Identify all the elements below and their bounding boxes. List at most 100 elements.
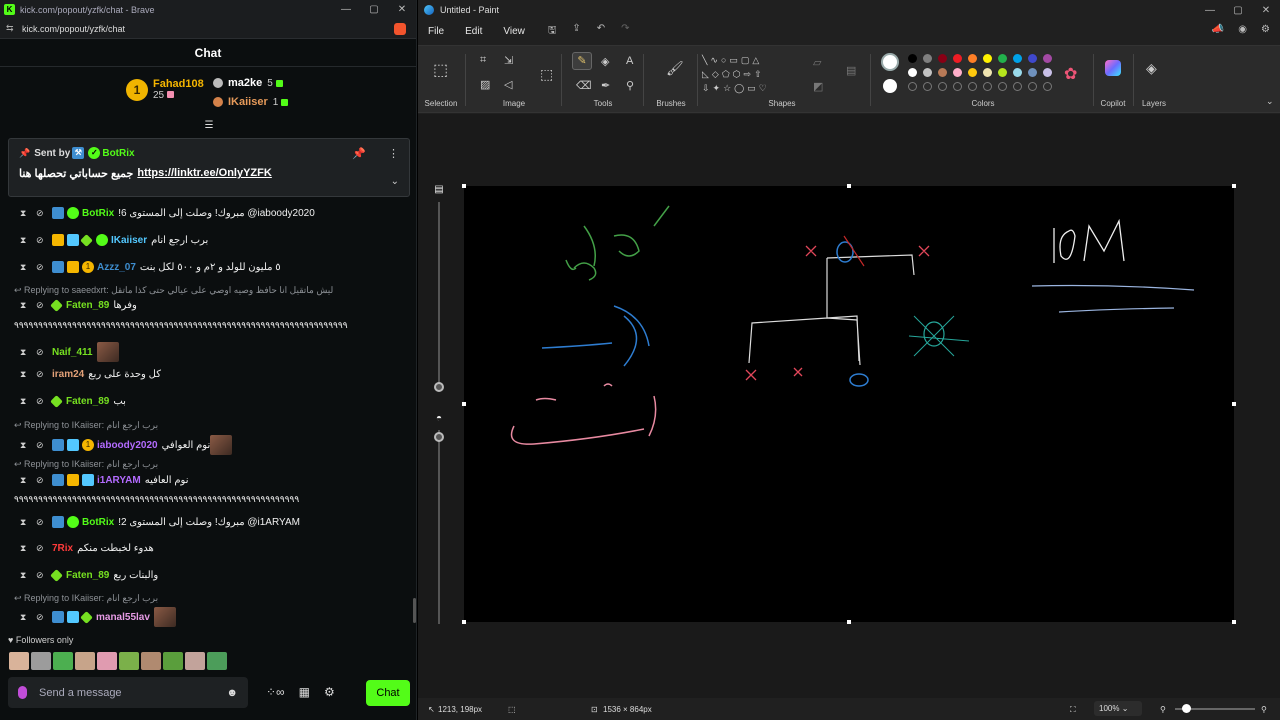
timeout-icon[interactable]: ⧗	[20, 543, 36, 554]
quick-emote[interactable]	[53, 652, 73, 670]
username[interactable]: Faten_89	[66, 570, 109, 581]
drawing-canvas[interactable]	[464, 186, 1234, 622]
settings-icon[interactable]: ⚙	[324, 685, 335, 699]
share-icon[interactable]: ⇪	[572, 23, 580, 40]
rotate-icon[interactable]: ◁	[504, 78, 512, 91]
username[interactable]: IKaiiser	[111, 235, 147, 246]
maximize-button[interactable]: ▢	[1224, 5, 1252, 16]
shape-fill-icon[interactable]: ◩	[813, 80, 823, 93]
color-swatch[interactable]	[983, 54, 992, 63]
username[interactable]: BotRix	[82, 208, 114, 219]
url-text[interactable]: kick.com/popout/yzfk/chat	[22, 24, 394, 34]
fit-to-window-icon[interactable]: ⛶	[1070, 705, 1076, 715]
resize-handle[interactable]	[1232, 402, 1236, 406]
timeout-icon[interactable]: ⧗	[20, 440, 36, 451]
resize-handle[interactable]	[462, 402, 466, 406]
leaderboard-second[interactable]: ma2ke 5	[213, 77, 283, 89]
color-swatch[interactable]	[1013, 68, 1022, 77]
timeout-icon[interactable]: ⧗	[20, 396, 36, 407]
color-swatch[interactable]	[1028, 54, 1037, 63]
username[interactable]: i1ARYAM	[97, 475, 141, 486]
quick-emote[interactable]	[185, 652, 205, 670]
eraser-tool-icon[interactable]: ⌫	[576, 79, 592, 92]
color-picker-icon[interactable]: ✒	[601, 79, 610, 92]
share-feedback-icon[interactable]: 📣	[1212, 24, 1224, 35]
quick-emote[interactable]	[9, 652, 29, 670]
message-input-placeholder[interactable]: Send a message	[39, 687, 226, 699]
ban-icon[interactable]: ⊘	[36, 235, 52, 246]
minimize-button[interactable]: —	[332, 4, 360, 15]
ban-icon[interactable]: ⊘	[36, 369, 52, 380]
zoom-out-icon[interactable]: ⚲	[1160, 705, 1166, 714]
more-options-icon[interactable]: ⋮	[388, 147, 399, 160]
custom-color-slot[interactable]	[1013, 82, 1022, 91]
color-swatch[interactable]	[923, 68, 932, 77]
username[interactable]: Naif_411	[52, 347, 93, 358]
custom-color-slot[interactable]	[938, 82, 947, 91]
username[interactable]: iram24	[52, 369, 84, 380]
ban-icon[interactable]: ⊘	[36, 262, 52, 273]
edit-colors-icon[interactable]: ✿	[1064, 64, 1077, 84]
brush-icon[interactable]: 🖌	[666, 60, 684, 77]
username[interactable]: BotRix	[82, 517, 114, 528]
quick-emote[interactable]	[163, 652, 183, 670]
custom-color-slot[interactable]	[1028, 82, 1037, 91]
color-swatch[interactable]	[1013, 54, 1022, 63]
store-icon[interactable]: ▦	[299, 685, 310, 699]
quick-emote[interactable]	[75, 652, 95, 670]
kick-points-icon[interactable]: ⁘∞	[266, 685, 285, 699]
timeout-icon[interactable]: ⧗	[20, 347, 36, 358]
chevron-down-icon[interactable]: ⌄	[391, 176, 399, 187]
opacity-thumb[interactable]	[434, 432, 444, 442]
username[interactable]: 7Rix	[52, 543, 73, 554]
timeout-icon[interactable]: ⧗	[20, 570, 36, 581]
size-icon[interactable]: ▤	[846, 64, 856, 77]
settings-icon[interactable]: ⚙	[1261, 24, 1270, 35]
color-swatch[interactable]	[938, 68, 947, 77]
resize-handle[interactable]	[462, 620, 466, 624]
timeout-icon[interactable]: ⧗	[20, 235, 36, 246]
color-swatch[interactable]	[998, 54, 1007, 63]
brush-size-thumb[interactable]	[434, 382, 444, 392]
username[interactable]: iaboody2020	[97, 440, 158, 451]
menu-view[interactable]: View	[503, 26, 525, 37]
resize-handle[interactable]	[1232, 184, 1236, 188]
address-bar[interactable]: ⇆ kick.com/popout/yzfk/chat	[0, 19, 416, 39]
chat-scrollbar[interactable]	[413, 598, 416, 623]
reply-context[interactable]: ↩ Replying to IKaiiser: برب ارجع انام	[14, 459, 158, 470]
color-swatch[interactable]	[923, 54, 932, 63]
reply-context[interactable]: ↩ Replying to IKaiiser: برب ارجع انام	[14, 420, 158, 431]
ban-icon[interactable]: ⊘	[36, 347, 52, 358]
color-swatch[interactable]	[953, 68, 962, 77]
timeout-icon[interactable]: ⧗	[20, 208, 36, 219]
ban-icon[interactable]: ⊘	[36, 475, 52, 486]
pencil-tool-icon[interactable]: ✎	[572, 52, 592, 70]
username[interactable]: Azzz_07	[97, 262, 136, 273]
custom-color-slot[interactable]	[998, 82, 1007, 91]
username[interactable]: Faten_89	[66, 300, 109, 311]
custom-color-slot[interactable]	[968, 82, 977, 91]
custom-color-slot[interactable]	[908, 82, 917, 91]
pinned-sender[interactable]: BotRix	[102, 148, 134, 159]
timeout-icon[interactable]: ⧗	[20, 612, 36, 623]
leaderboard-first[interactable]: 1 Fahad108 25	[126, 78, 204, 101]
reply-context[interactable]: ↩ Replying to IKaiiser: برب ارجع انام	[14, 593, 158, 604]
maximize-button[interactable]: ▢	[360, 4, 388, 15]
ban-icon[interactable]: ⊘	[36, 612, 52, 623]
zoom-slider-thumb[interactable]	[1182, 704, 1191, 713]
image-generator-icon[interactable]: ⬚	[540, 66, 553, 83]
quick-emote[interactable]	[119, 652, 139, 670]
color-swatch[interactable]	[968, 68, 977, 77]
zoom-in-icon[interactable]: ⚲	[1261, 705, 1267, 714]
close-button[interactable]: ✕	[388, 4, 416, 15]
unpin-icon[interactable]: 📌	[352, 147, 366, 160]
ban-icon[interactable]: ⊘	[36, 440, 52, 451]
resize-handle[interactable]	[847, 184, 851, 188]
outline-icon[interactable]: ▱	[813, 56, 821, 69]
crop-icon[interactable]: ⌗	[480, 54, 486, 67]
redo-icon[interactable]: ↷	[621, 23, 629, 40]
color-swatch[interactable]	[968, 54, 977, 63]
brave-shields-icon[interactable]	[394, 22, 406, 35]
site-settings-icon[interactable]: ⇆	[6, 23, 16, 34]
resize-handle[interactable]	[847, 620, 851, 624]
